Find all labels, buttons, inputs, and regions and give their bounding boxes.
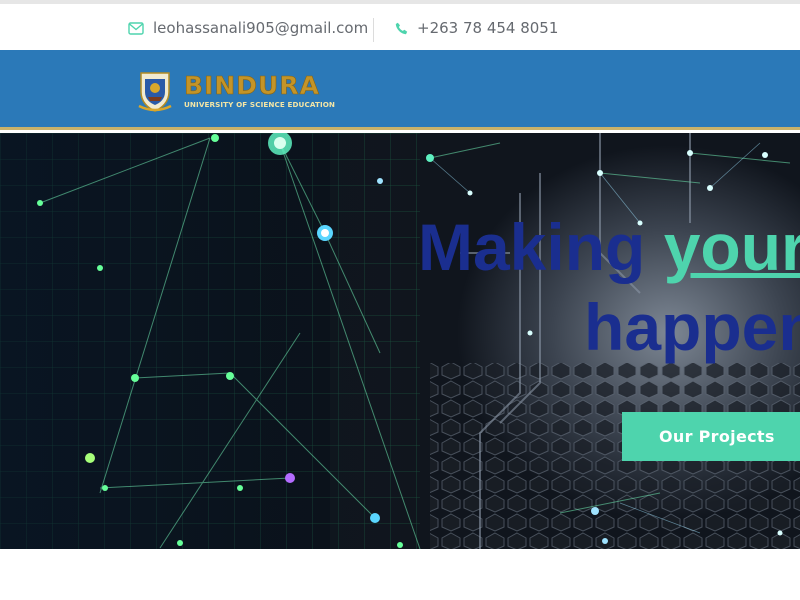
hero-heading-text: Making <box>418 210 664 284</box>
contact-email[interactable]: leohassanali905@gmail.com <box>128 18 368 38</box>
phone-icon <box>395 22 408 34</box>
contact-bar: leohassanali905@gmail.com +263 78 454 80… <box>0 0 800 50</box>
contact-phone[interactable]: +263 78 454 8051 <box>395 18 558 38</box>
logo-subtitle: UNIVERSITY OF SCIENCE EDUCATION <box>184 100 336 109</box>
hero-heading-line-2: happen <box>584 290 800 364</box>
email-text: leohassanali905@gmail.com <box>153 19 369 37</box>
logo-title: BINDURA <box>184 71 320 100</box>
topbar-divider <box>373 18 374 42</box>
page-content-area <box>0 549 800 600</box>
hero-heading-highlight: your <box>663 210 800 284</box>
site-logo[interactable]: BINDURA UNIVERSITY OF SCIENCE EDUCATION <box>138 70 338 114</box>
envelope-icon <box>128 21 144 35</box>
hero-heading-line-1: Making your <box>418 211 800 283</box>
hero-banner: Making your happen Our Projects <box>0 133 800 549</box>
phone-text: +263 78 454 8051 <box>417 19 559 37</box>
university-crest-icon <box>138 72 172 112</box>
our-projects-button[interactable]: Our Projects <box>622 412 800 461</box>
site-header: BINDURA UNIVERSITY OF SCIENCE EDUCATION <box>0 50 800 130</box>
